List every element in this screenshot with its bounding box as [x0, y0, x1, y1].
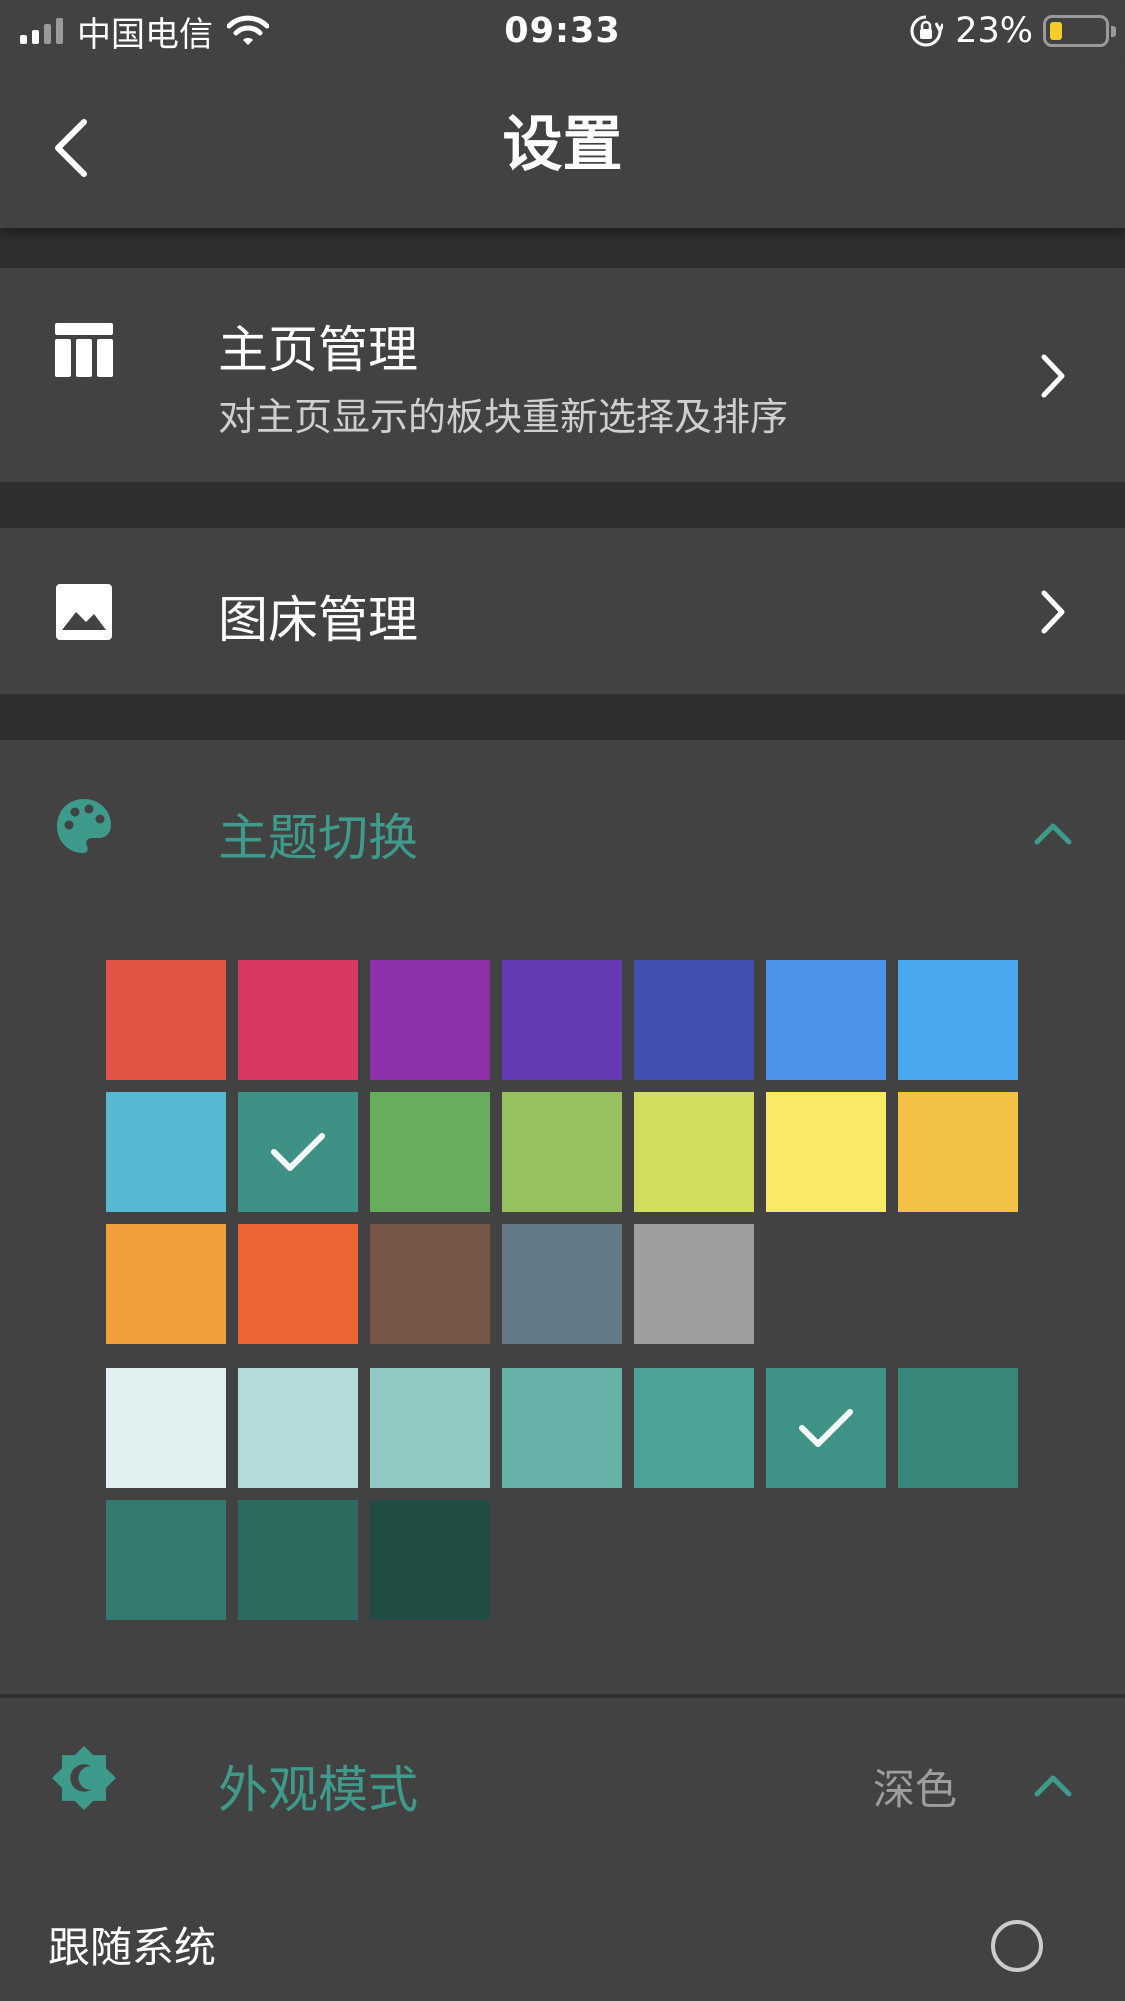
- status-right: 23%: [909, 8, 1116, 54]
- primary-color-swatch[interactable]: [634, 1092, 754, 1212]
- appearance-title: 外观模式: [218, 1761, 418, 1819]
- shade-color-swatch[interactable]: [898, 1368, 1018, 1488]
- home-management-row[interactable]: 主页管理 对主页显示的板块重新选择及排序: [0, 268, 1125, 482]
- back-button[interactable]: [38, 108, 102, 188]
- orientation-lock-icon: [910, 15, 944, 47]
- settings-screen: 中国电信 09:33 23% 设置 主页管理 对主页显示的板块重新选择及排序 图…: [0, 0, 1125, 2001]
- image-host-title: 图床管理: [218, 591, 418, 649]
- primary-color-swatch[interactable]: [106, 1092, 226, 1212]
- checkmark-icon: [799, 1409, 853, 1447]
- primary-color-swatch[interactable]: [502, 960, 622, 1080]
- primary-color-swatch[interactable]: [238, 960, 358, 1080]
- image-host-row[interactable]: 图床管理: [0, 528, 1125, 694]
- chevron-up-icon: [1034, 1775, 1072, 1797]
- home-management-title: 主页管理: [218, 321, 418, 379]
- primary-color-swatch[interactable]: [766, 960, 886, 1080]
- status-bar: 中国电信 09:33 23%: [0, 0, 1125, 62]
- follow-system-label: 跟随系统: [48, 1923, 217, 1972]
- shade-color-swatch[interactable]: [106, 1368, 226, 1488]
- primary-color-swatch[interactable]: [370, 960, 490, 1080]
- appearance-section: 外观模式 深色 跟随系统: [0, 1698, 1125, 2001]
- appearance-collapse-button[interactable]: [1033, 1756, 1073, 1812]
- battery-icon: [1043, 15, 1116, 47]
- appearance-value: 深色: [872, 1765, 957, 1814]
- primary-color-swatch[interactable]: [634, 1224, 754, 1344]
- primary-color-swatch[interactable]: [106, 960, 226, 1080]
- brightness-icon: [52, 1746, 116, 1810]
- shade-color-swatch[interactable]: [766, 1368, 886, 1488]
- shade-color-swatch[interactable]: [502, 1368, 622, 1488]
- checkmark-icon: [271, 1133, 325, 1171]
- primary-color-swatch[interactable]: [238, 1224, 358, 1344]
- primary-color-swatch[interactable]: [370, 1224, 490, 1344]
- battery-percent: 23%: [955, 11, 1033, 51]
- primary-color-swatch[interactable]: [502, 1224, 622, 1344]
- shade-color-swatch[interactable]: [634, 1368, 754, 1488]
- shade-color-swatch[interactable]: [370, 1368, 490, 1488]
- chevron-right-icon: [1033, 348, 1073, 404]
- primary-color-swatch[interactable]: [898, 960, 1018, 1080]
- shade-color-swatch[interactable]: [370, 1500, 490, 1620]
- primary-color-swatch[interactable]: [370, 1092, 490, 1212]
- home-management-subtitle: 对主页显示的板块重新选择及排序: [218, 395, 789, 439]
- table-columns-icon: [52, 318, 116, 382]
- chevron-up-icon: [1034, 823, 1072, 845]
- navigation-bar: 设置: [0, 62, 1125, 228]
- shade-color-swatch[interactable]: [238, 1368, 358, 1488]
- theme-title: 主题切换: [218, 809, 418, 867]
- primary-color-swatch[interactable]: [634, 960, 754, 1080]
- image-icon: [52, 580, 116, 644]
- primary-color-swatch[interactable]: [898, 1092, 1018, 1212]
- primary-color-swatch[interactable]: [106, 1224, 226, 1344]
- chevron-left-icon: [55, 119, 87, 177]
- theme-collapse-button[interactable]: [1033, 804, 1073, 860]
- follow-system-radio[interactable]: [991, 1920, 1043, 1972]
- page-title: 设置: [502, 110, 623, 180]
- chevron-right-icon: [1033, 584, 1073, 640]
- primary-color-swatch[interactable]: [766, 1092, 886, 1212]
- primary-color-swatch[interactable]: [502, 1092, 622, 1212]
- palette-icon: [52, 794, 116, 858]
- primary-color-swatch[interactable]: [238, 1092, 358, 1212]
- shade-color-swatch[interactable]: [106, 1500, 226, 1620]
- theme-section: 主题切换: [0, 740, 1125, 1694]
- shade-color-swatch[interactable]: [238, 1500, 358, 1620]
- battery-level-fill: [1050, 22, 1062, 40]
